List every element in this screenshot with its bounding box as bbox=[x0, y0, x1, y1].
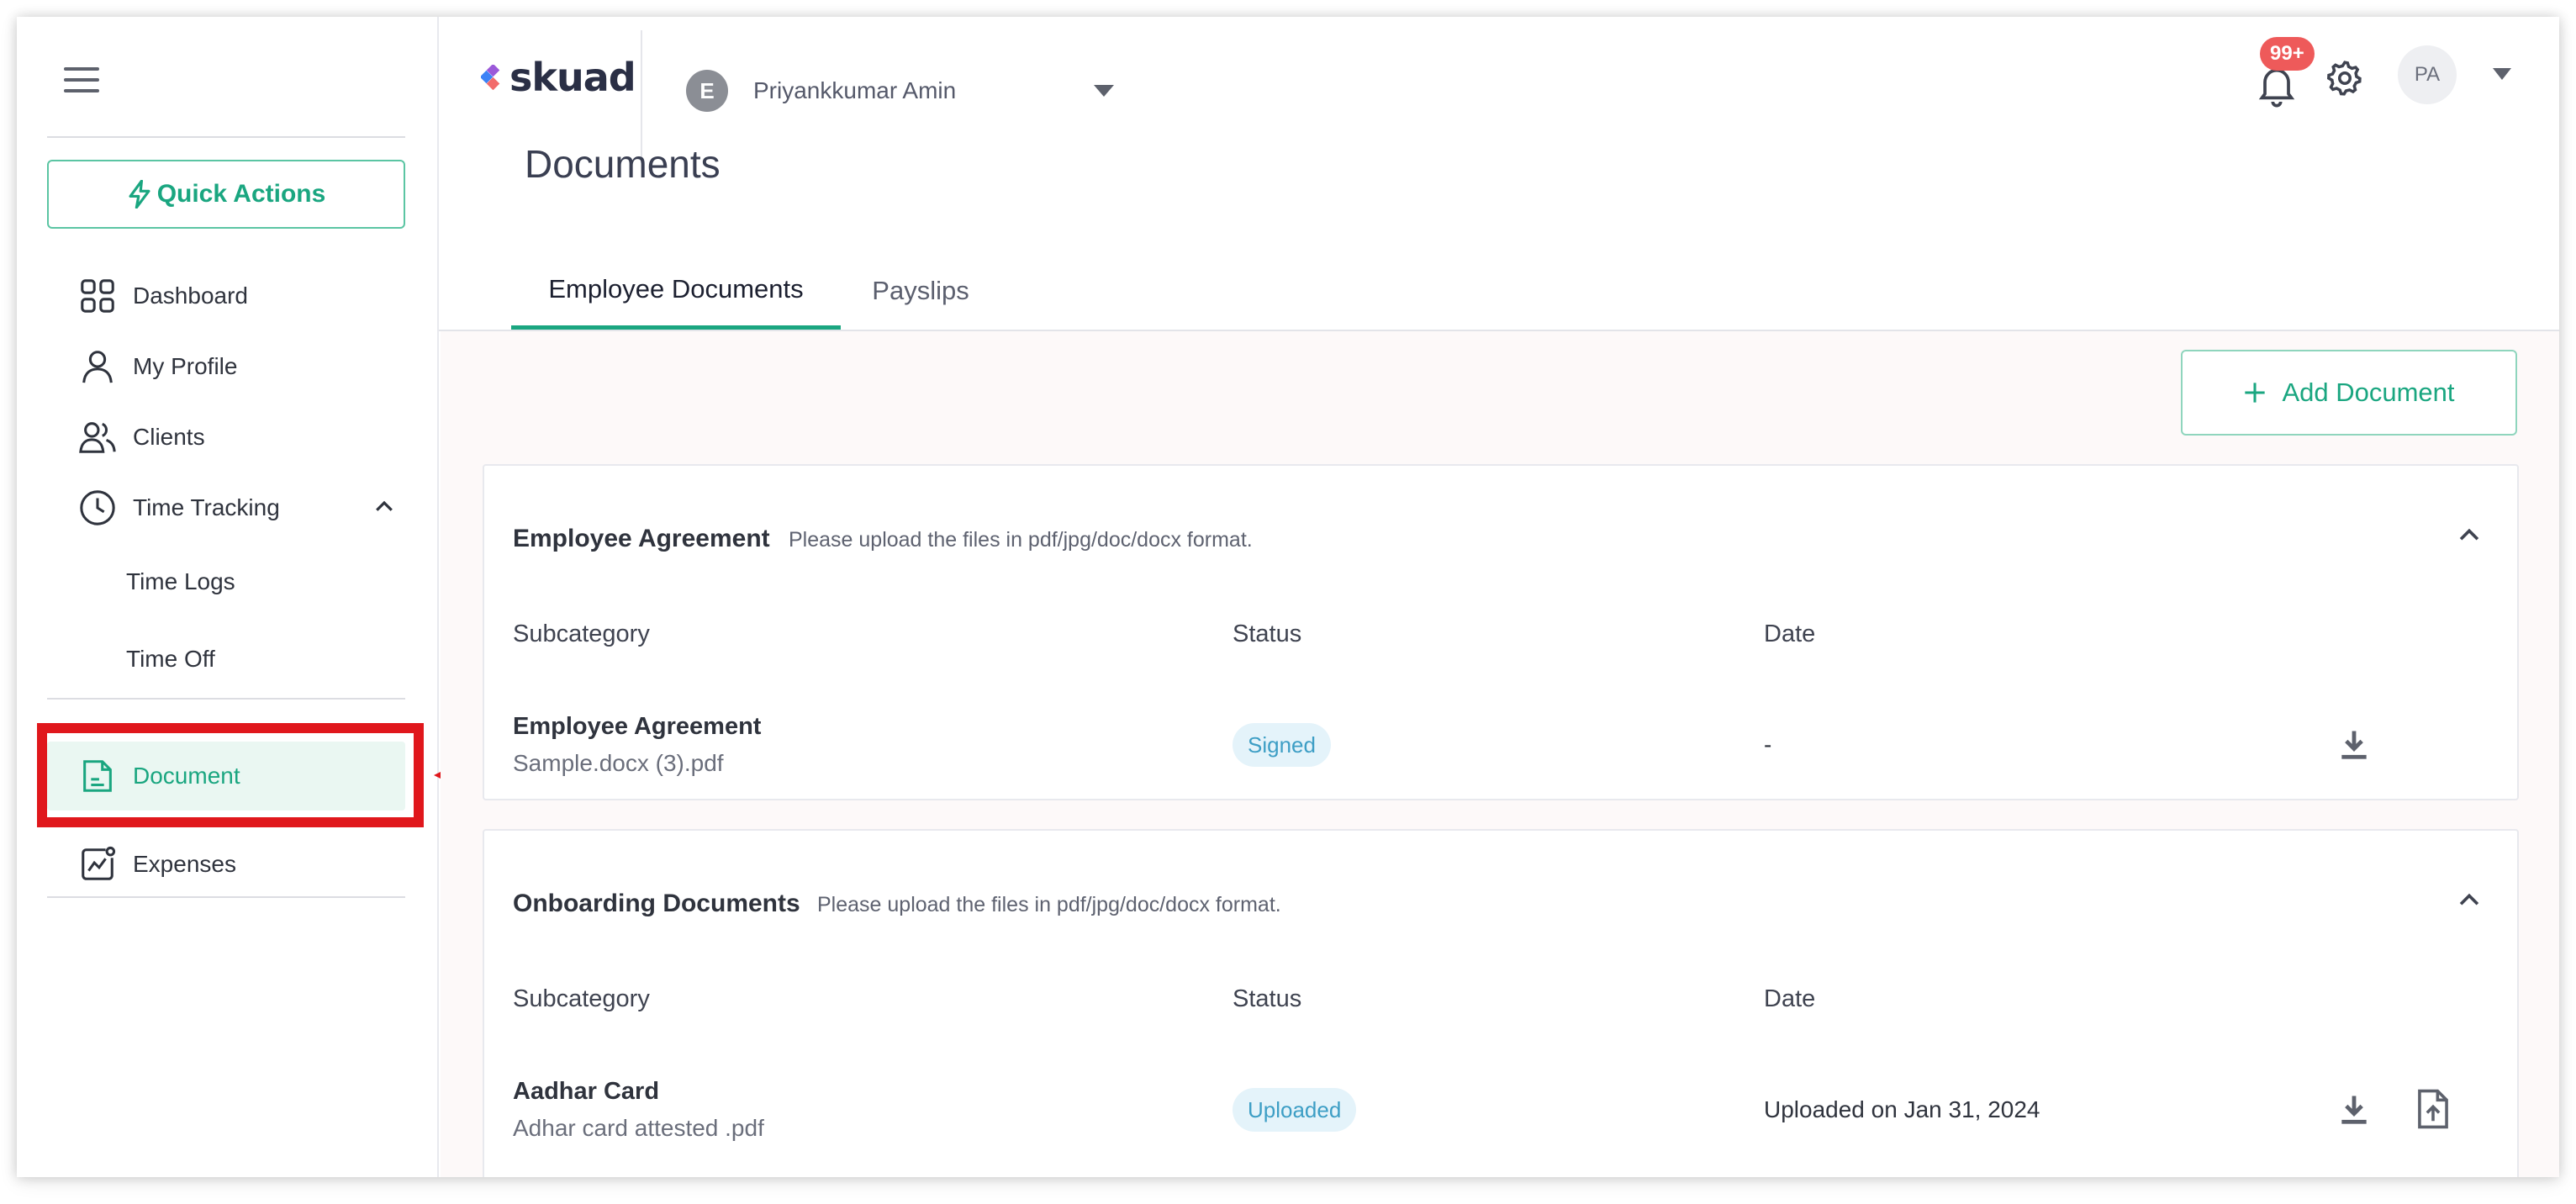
sidebar-item-label: Expenses bbox=[133, 851, 236, 877]
onboarding-documents-section: Onboarding Documents Please upload the f… bbox=[483, 829, 2519, 1177]
column-header-subcategory: Subcategory bbox=[513, 620, 650, 647]
section-hint: Please upload the files in pdf/jpg/doc/d… bbox=[817, 893, 1281, 916]
hamburger-menu-icon[interactable] bbox=[64, 67, 99, 96]
logo-text: skuad bbox=[509, 55, 636, 100]
client-selector[interactable]: E Priyankkumar Amin bbox=[686, 67, 1115, 114]
document-name: Employee Agreement bbox=[513, 713, 762, 740]
sidebar-item-label: My Profile bbox=[133, 353, 238, 379]
status-badge: Signed bbox=[1233, 723, 1331, 767]
document-icon bbox=[77, 756, 118, 796]
document-file-link[interactable]: Adhar card attested .pdf bbox=[513, 1115, 764, 1142]
logo-mark-icon bbox=[481, 65, 500, 90]
user-avatar[interactable]: PA bbox=[2398, 45, 2457, 104]
document-date: - bbox=[1764, 731, 1772, 758]
chevron-up-icon[interactable] bbox=[2455, 886, 2484, 915]
client-avatar: E bbox=[686, 70, 728, 112]
plus-icon bbox=[2245, 383, 2266, 403]
expenses-chart-icon bbox=[77, 844, 118, 885]
client-name: Priyankkumar Amin bbox=[753, 77, 957, 103]
chevron-up-icon[interactable] bbox=[2455, 521, 2484, 550]
sidebar-item-expenses[interactable]: Expenses bbox=[47, 834, 405, 895]
sidebar-item-clients[interactable]: Clients bbox=[47, 407, 405, 467]
reupload-file-icon[interactable] bbox=[2415, 1088, 2452, 1130]
app-window: Quick Actions Dashboard My Profile Clien… bbox=[17, 17, 2559, 1177]
add-document-label: Add Document bbox=[2282, 378, 2455, 407]
column-header-status: Status bbox=[1233, 620, 1302, 647]
column-header-date: Date bbox=[1764, 985, 1816, 1012]
column-header-status: Status bbox=[1233, 985, 1302, 1012]
user-icon bbox=[77, 346, 118, 387]
lightning-icon bbox=[129, 180, 150, 209]
sidebar-divider bbox=[47, 136, 405, 138]
sidebar-item-time-tracking[interactable]: Time Tracking bbox=[47, 478, 405, 538]
clients-icon bbox=[77, 417, 118, 457]
settings-gear-icon[interactable] bbox=[2324, 57, 2366, 99]
section-title: Onboarding Documents bbox=[513, 890, 800, 917]
column-header-subcategory: Subcategory bbox=[513, 985, 650, 1012]
status-badge: Uploaded bbox=[1233, 1088, 1357, 1132]
sidebar-item-dashboard[interactable]: Dashboard bbox=[47, 266, 405, 326]
quick-actions-button[interactable]: Quick Actions bbox=[47, 160, 405, 229]
sidebar: Quick Actions Dashboard My Profile Clien… bbox=[17, 17, 439, 1177]
dashboard-grid-icon bbox=[77, 276, 118, 316]
sidebar-item-label: Document bbox=[133, 763, 240, 789]
sidebar-item-label: Clients bbox=[133, 424, 205, 450]
column-header-date: Date bbox=[1764, 620, 1816, 647]
sidebar-item-label: Time Logs bbox=[126, 568, 235, 594]
section-hint: Please upload the files in pdf/jpg/doc/d… bbox=[789, 528, 1253, 552]
document-file-link[interactable]: Sample.docx (3).pdf bbox=[513, 750, 724, 777]
caret-down-icon[interactable] bbox=[2492, 67, 2512, 81]
download-icon[interactable] bbox=[2336, 726, 2373, 763]
clock-icon bbox=[77, 488, 118, 528]
sidebar-item-label: Dashboard bbox=[133, 283, 248, 309]
sidebar-item-label: Time Tracking bbox=[133, 494, 280, 520]
skuad-logo[interactable]: skuad bbox=[481, 52, 636, 103]
document-name: Aadhar Card bbox=[513, 1078, 660, 1105]
sidebar-divider bbox=[47, 698, 405, 700]
quick-actions-label: Quick Actions bbox=[156, 180, 326, 208]
sidebar-item-my-profile[interactable]: My Profile bbox=[47, 336, 405, 397]
sidebar-divider bbox=[47, 896, 405, 898]
sidebar-item-document[interactable]: Document bbox=[47, 742, 405, 811]
tab-employee-documents[interactable]: Employee Documents bbox=[511, 252, 841, 330]
section-title: Employee Agreement bbox=[513, 525, 770, 552]
tab-payslips[interactable]: Payslips bbox=[858, 252, 984, 330]
sidebar-item-time-off[interactable]: Time Off bbox=[47, 629, 405, 689]
notification-badge: 99+ bbox=[2260, 37, 2315, 71]
employee-agreement-section: Employee Agreement Please upload the fil… bbox=[483, 464, 2519, 800]
download-icon[interactable] bbox=[2336, 1091, 2373, 1128]
add-document-button[interactable]: Add Document bbox=[2181, 350, 2517, 436]
sidebar-item-time-logs[interactable]: Time Logs bbox=[47, 552, 405, 612]
page-title: Documents bbox=[525, 142, 721, 186]
sidebar-item-label: Time Off bbox=[126, 646, 215, 672]
chevron-up-icon[interactable] bbox=[372, 494, 397, 520]
caret-down-icon bbox=[1094, 85, 1114, 97]
document-date: Uploaded on Jan 31, 2024 bbox=[1764, 1096, 2040, 1122]
